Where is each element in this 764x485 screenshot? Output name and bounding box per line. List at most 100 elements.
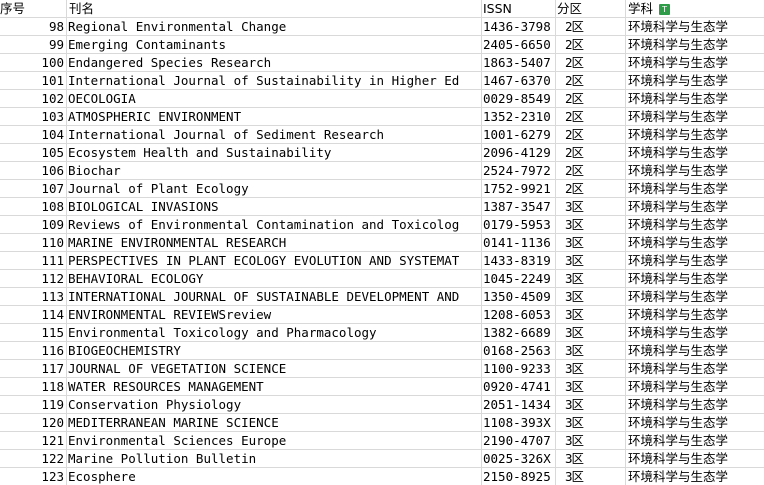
- cell-num[interactable]: 105: [0, 144, 67, 161]
- cell-subject[interactable]: 环境科学与生态学: [626, 126, 764, 143]
- cell-name[interactable]: ENVIRONMENTAL REVIEWSreview: [67, 306, 482, 323]
- cell-num[interactable]: 113: [0, 288, 67, 305]
- cell-zone[interactable]: 2区: [556, 180, 626, 197]
- cell-name[interactable]: Marine Pollution Bulletin: [67, 450, 482, 467]
- cell-zone[interactable]: 3区: [556, 378, 626, 395]
- cell-issn[interactable]: 1382-6689: [482, 324, 556, 341]
- cell-issn[interactable]: 1001-6279: [482, 126, 556, 143]
- cell-num[interactable]: 108: [0, 198, 67, 215]
- cell-issn[interactable]: 1352-2310: [482, 108, 556, 125]
- cell-issn[interactable]: 0029-8549: [482, 90, 556, 107]
- cell-issn[interactable]: 1752-9921: [482, 180, 556, 197]
- cell-zone[interactable]: 2区: [556, 90, 626, 107]
- cell-name[interactable]: PERSPECTIVES IN PLANT ECOLOGY EVOLUTION …: [67, 252, 482, 269]
- cell-subject[interactable]: 环境科学与生态学: [626, 144, 764, 161]
- cell-issn[interactable]: 2096-4129: [482, 144, 556, 161]
- header-zone[interactable]: 分区: [556, 0, 626, 17]
- cell-zone[interactable]: 3区: [556, 432, 626, 449]
- cell-name[interactable]: JOURNAL OF VEGETATION SCIENCE: [67, 360, 482, 377]
- cell-subject[interactable]: 环境科学与生态学: [626, 378, 764, 395]
- header-issn[interactable]: ISSN: [482, 0, 556, 17]
- cell-subject[interactable]: 环境科学与生态学: [626, 234, 764, 251]
- cell-name[interactable]: International Journal of Sustainability …: [67, 72, 482, 89]
- cell-num[interactable]: 101: [0, 72, 67, 89]
- cell-issn[interactable]: 0920-4741: [482, 378, 556, 395]
- cell-num[interactable]: 121: [0, 432, 67, 449]
- cell-name[interactable]: INTERNATIONAL JOURNAL OF SUSTAINABLE DEV…: [67, 288, 482, 305]
- cell-num[interactable]: 98: [0, 18, 67, 35]
- cell-name[interactable]: BEHAVIORAL ECOLOGY: [67, 270, 482, 287]
- cell-num[interactable]: 116: [0, 342, 67, 359]
- cell-zone[interactable]: 3区: [556, 288, 626, 305]
- cell-name[interactable]: WATER RESOURCES MANAGEMENT: [67, 378, 482, 395]
- cell-zone[interactable]: 3区: [556, 270, 626, 287]
- cell-zone[interactable]: 3区: [556, 450, 626, 467]
- cell-issn[interactable]: 2405-6650: [482, 36, 556, 53]
- cell-name[interactable]: Endangered Species Research: [67, 54, 482, 71]
- cell-issn[interactable]: 0141-1136: [482, 234, 556, 251]
- cell-issn[interactable]: 1108-393X: [482, 414, 556, 431]
- cell-name[interactable]: Journal of Plant Ecology: [67, 180, 482, 197]
- cell-zone[interactable]: 2区: [556, 126, 626, 143]
- cell-name[interactable]: MEDITERRANEAN MARINE SCIENCE: [67, 414, 482, 431]
- cell-zone[interactable]: 2区: [556, 36, 626, 53]
- cell-name[interactable]: MARINE ENVIRONMENTAL RESEARCH: [67, 234, 482, 251]
- cell-name[interactable]: Emerging Contaminants: [67, 36, 482, 53]
- cell-subject[interactable]: 环境科学与生态学: [626, 432, 764, 449]
- cell-name[interactable]: Ecosphere: [67, 468, 482, 485]
- cell-zone[interactable]: 3区: [556, 234, 626, 251]
- cell-num[interactable]: 115: [0, 324, 67, 341]
- cell-subject[interactable]: 环境科学与生态学: [626, 252, 764, 269]
- cell-zone[interactable]: 3区: [556, 468, 626, 485]
- header-name[interactable]: 刊名: [67, 0, 482, 17]
- cell-zone[interactable]: 2区: [556, 144, 626, 161]
- cell-subject[interactable]: 环境科学与生态学: [626, 414, 764, 431]
- cell-subject[interactable]: 环境科学与生态学: [626, 306, 764, 323]
- cell-subject[interactable]: 环境科学与生态学: [626, 450, 764, 467]
- cell-issn[interactable]: 1208-6053: [482, 306, 556, 323]
- cell-zone[interactable]: 2区: [556, 162, 626, 179]
- cell-zone[interactable]: 3区: [556, 306, 626, 323]
- cell-num[interactable]: 107: [0, 180, 67, 197]
- cell-name[interactable]: ATMOSPHERIC ENVIRONMENT: [67, 108, 482, 125]
- cell-zone[interactable]: 3区: [556, 198, 626, 215]
- cell-zone[interactable]: 3区: [556, 396, 626, 413]
- cell-num[interactable]: 120: [0, 414, 67, 431]
- cell-num[interactable]: 117: [0, 360, 67, 377]
- cell-num[interactable]: 106: [0, 162, 67, 179]
- cell-issn[interactable]: 0179-5953: [482, 216, 556, 233]
- cell-issn[interactable]: 1433-8319: [482, 252, 556, 269]
- cell-name[interactable]: Conservation Physiology: [67, 396, 482, 413]
- cell-issn[interactable]: 2524-7972: [482, 162, 556, 179]
- cell-num[interactable]: 102: [0, 90, 67, 107]
- cell-issn[interactable]: 0168-2563: [482, 342, 556, 359]
- cell-name[interactable]: Biochar: [67, 162, 482, 179]
- cell-subject[interactable]: 环境科学与生态学: [626, 90, 764, 107]
- cell-issn[interactable]: 1863-5407: [482, 54, 556, 71]
- cell-zone[interactable]: 3区: [556, 252, 626, 269]
- cell-subject[interactable]: 环境科学与生态学: [626, 342, 764, 359]
- cell-issn[interactable]: 1467-6370: [482, 72, 556, 89]
- cell-subject[interactable]: 环境科学与生态学: [626, 288, 764, 305]
- cell-subject[interactable]: 环境科学与生态学: [626, 180, 764, 197]
- cell-zone[interactable]: 3区: [556, 360, 626, 377]
- cell-subject[interactable]: 环境科学与生态学: [626, 324, 764, 341]
- cell-zone[interactable]: 3区: [556, 216, 626, 233]
- cell-subject[interactable]: 环境科学与生态学: [626, 54, 764, 71]
- cell-zone[interactable]: 2区: [556, 72, 626, 89]
- cell-num[interactable]: 119: [0, 396, 67, 413]
- cell-issn[interactable]: 1100-9233: [482, 360, 556, 377]
- cell-issn[interactable]: 1350-4509: [482, 288, 556, 305]
- cell-num[interactable]: 122: [0, 450, 67, 467]
- cell-subject[interactable]: 环境科学与生态学: [626, 108, 764, 125]
- cell-issn[interactable]: 1387-3547: [482, 198, 556, 215]
- cell-zone[interactable]: 3区: [556, 324, 626, 341]
- cell-name[interactable]: Regional Environmental Change: [67, 18, 482, 35]
- cell-subject[interactable]: 环境科学与生态学: [626, 360, 764, 377]
- cell-subject[interactable]: 环境科学与生态学: [626, 270, 764, 287]
- cell-issn[interactable]: 1436-3798: [482, 18, 556, 35]
- cell-num[interactable]: 104: [0, 126, 67, 143]
- cell-name[interactable]: Reviews of Environmental Contamination a…: [67, 216, 482, 233]
- cell-num[interactable]: 123: [0, 468, 67, 485]
- cell-name[interactable]: Ecosystem Health and Sustainability: [67, 144, 482, 161]
